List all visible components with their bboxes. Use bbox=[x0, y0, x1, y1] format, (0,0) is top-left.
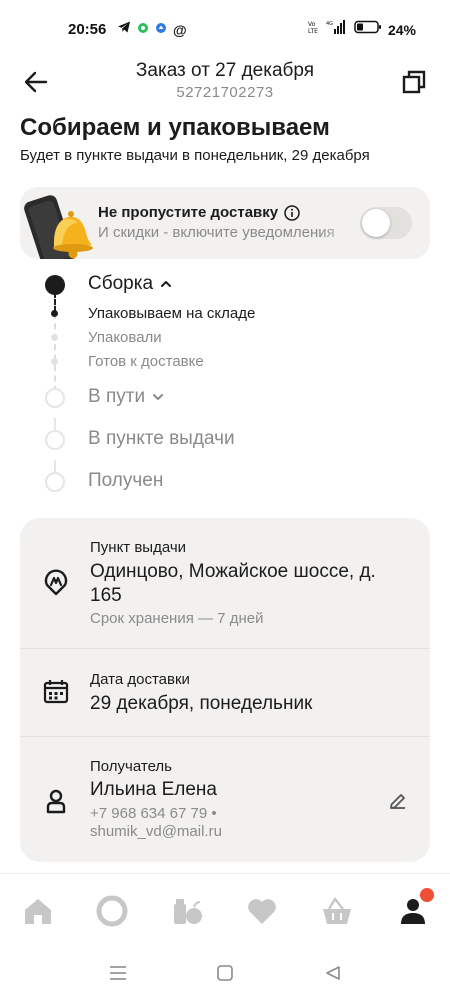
back-system-button[interactable] bbox=[322, 962, 344, 984]
order-number[interactable]: 52721702273 bbox=[0, 84, 450, 101]
chevron-up-icon bbox=[161, 281, 172, 287]
triangle-back-icon bbox=[326, 966, 340, 980]
timeline-connector bbox=[54, 418, 56, 430]
svg-text:LTE: LTE bbox=[308, 28, 318, 34]
step-in-transit-label: В пути bbox=[88, 386, 146, 407]
person-icon bbox=[42, 787, 70, 815]
battery-icon bbox=[354, 20, 382, 39]
blue-app-icon bbox=[155, 21, 167, 39]
status-bar: 20:56 @ Vo LTE 4G 24% bbox=[0, 0, 450, 60]
green-dot-icon bbox=[137, 21, 149, 39]
step-received: Получен bbox=[88, 470, 163, 492]
substep-ready: Готов к доставке bbox=[88, 353, 204, 370]
status-time: 20:56 bbox=[68, 21, 107, 38]
chevron-down-icon bbox=[153, 394, 164, 400]
alice-icon bbox=[96, 895, 128, 927]
timeline-connector bbox=[54, 292, 56, 312]
delivery-date: 29 декабря, понедельник bbox=[90, 693, 313, 714]
svg-text:Vo: Vo bbox=[308, 21, 316, 28]
volte-icon: Vo LTE bbox=[308, 20, 320, 39]
recipient-label: Получатель bbox=[90, 758, 172, 775]
step-dot bbox=[45, 472, 65, 492]
menu-icon bbox=[110, 966, 126, 980]
step-pickup-point: В пункте выдачи bbox=[88, 428, 235, 450]
signal-icon: 4G bbox=[326, 20, 348, 39]
system-navigation bbox=[0, 945, 450, 1000]
favorites-icon bbox=[248, 899, 276, 924]
step-pickup-point-label: В пункте выдачи bbox=[88, 428, 235, 449]
nav-catalog[interactable] bbox=[170, 894, 204, 928]
square-icon bbox=[217, 965, 233, 981]
cart-icon bbox=[323, 896, 351, 924]
svg-text:4G: 4G bbox=[326, 21, 333, 27]
catalog-icon bbox=[174, 899, 202, 924]
toggle-knob bbox=[362, 209, 390, 237]
notification-title-text: Не пропустите доставку bbox=[98, 204, 279, 221]
page-title: Заказ от 27 декабря bbox=[135, 60, 315, 81]
substep-dot-active bbox=[51, 310, 58, 317]
pickup-label: Пункт выдачи bbox=[90, 539, 187, 556]
substep-dot bbox=[51, 334, 58, 341]
notifications-toggle[interactable] bbox=[360, 207, 412, 239]
step-assembly-label: Сборка bbox=[88, 273, 154, 294]
pickup-address: Одинцово, Можайское шоссе, д. 165 bbox=[90, 561, 376, 606]
menu-button[interactable] bbox=[107, 962, 129, 984]
substep-packing: Упаковываем на складе bbox=[88, 305, 256, 322]
pencil-icon bbox=[390, 794, 405, 809]
step-dot-active bbox=[45, 275, 65, 295]
battery-percent: 24% bbox=[387, 21, 416, 38]
copy-button[interactable] bbox=[398, 66, 430, 98]
step-in-transit[interactable]: В пути bbox=[88, 386, 165, 408]
bell-phone-icon bbox=[24, 195, 93, 259]
recipient-row[interactable]: Получатель Ильина Елена +7 968 634 67 79… bbox=[20, 737, 430, 862]
status-system-icons: Vo LTE 4G 24% bbox=[308, 20, 416, 39]
timeline-connector bbox=[54, 460, 56, 472]
notification-banner[interactable]: Не пропустите доставку И скидки - включи… bbox=[20, 187, 430, 259]
telegram-icon bbox=[117, 20, 131, 39]
home-icon bbox=[25, 899, 51, 924]
status-subheading: Будет в пункте выдачи в понедельник, 29 … bbox=[20, 147, 370, 164]
map-pin-icon bbox=[42, 568, 70, 596]
step-assembly[interactable]: Сборка bbox=[88, 273, 173, 295]
storage-note: Срок хранения — 7 дней bbox=[90, 610, 264, 627]
text-fade bbox=[320, 221, 360, 245]
edit-recipient-button[interactable] bbox=[386, 789, 410, 813]
notification-text: И скидки - включите уведомления bbox=[98, 224, 335, 241]
order-timeline: Сборка Упаковываем на складе Упаковали Г… bbox=[0, 268, 450, 508]
header: Заказ от 27 декабря 52721702273 bbox=[0, 58, 450, 106]
order-details-card: Пункт выдачи Одинцово, Можайское шоссе, … bbox=[20, 518, 430, 862]
pickup-point-row[interactable]: Пункт выдачи Одинцово, Можайское шоссе, … bbox=[20, 518, 430, 648]
nav-favorites[interactable] bbox=[245, 894, 279, 928]
delivery-label: Дата доставки bbox=[90, 671, 190, 688]
nav-alice[interactable] bbox=[95, 894, 129, 928]
status-heading: Собираем и упаковываем bbox=[20, 114, 330, 141]
notification-badge bbox=[418, 886, 436, 904]
step-received-label: Получен bbox=[88, 470, 164, 491]
recipient-phone: +7 968 634 67 79 • bbox=[90, 805, 217, 822]
home-button[interactable] bbox=[214, 962, 236, 984]
substep-dot bbox=[51, 358, 58, 365]
at-icon: @ bbox=[173, 21, 187, 38]
status-notification-icons: @ bbox=[117, 20, 187, 39]
substep-packed: Упаковали bbox=[88, 329, 162, 346]
step-dot bbox=[45, 388, 65, 408]
calendar-icon bbox=[42, 678, 70, 706]
delivery-date-row: Дата доставки 29 декабря, понедельник bbox=[20, 649, 430, 736]
nav-profile[interactable] bbox=[396, 886, 436, 928]
step-dot bbox=[45, 430, 65, 450]
info-icon[interactable] bbox=[284, 204, 300, 221]
recipient-email: shumik_vd@mail.ru bbox=[90, 823, 222, 840]
notification-title: Не пропустите доставку bbox=[98, 204, 300, 221]
recipient-name: Ильина Елена bbox=[90, 779, 217, 800]
nav-home[interactable] bbox=[21, 894, 55, 928]
copy-icon bbox=[402, 70, 426, 94]
nav-cart[interactable] bbox=[320, 894, 354, 928]
bottom-navigation bbox=[0, 873, 450, 945]
